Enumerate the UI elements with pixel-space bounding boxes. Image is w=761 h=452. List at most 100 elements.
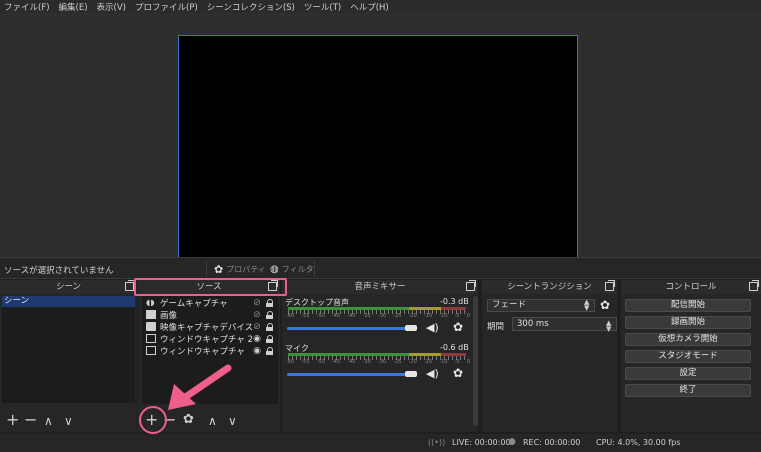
- add-scene-button[interactable]: +: [6, 412, 19, 428]
- scale-label: -20: [408, 313, 417, 319]
- scale-label: -10: [439, 313, 448, 319]
- chevron-updown-icon[interactable]: ▲ ▼: [606, 320, 611, 333]
- eye-hidden-icon[interactable]: ⊘: [252, 298, 262, 308]
- scale-label: -35: [362, 359, 371, 365]
- divider: [314, 261, 315, 277]
- undock-icon[interactable]: [125, 280, 135, 291]
- scale-label: -40: [347, 359, 356, 365]
- move-up-button[interactable]: ∧: [208, 413, 217, 429]
- window-icon: [146, 346, 156, 355]
- scale-label: -5: [454, 359, 460, 365]
- start-recording-button[interactable]: 録画開始: [625, 316, 751, 329]
- filter-icon: ◍: [270, 263, 279, 275]
- lock-icon[interactable]: [266, 334, 274, 343]
- volume-slider-handle[interactable]: [405, 325, 417, 331]
- lock-icon[interactable]: [266, 310, 274, 319]
- scale-label: -20: [408, 359, 417, 365]
- status-bar: ((•)) LIVE: 00:00:00 ● REC: 00:00:00 CPU…: [0, 434, 761, 452]
- mixer-channel-db: -0.6 dB: [440, 343, 469, 352]
- source-toolbar: ソースが選択されていません ✿ プロパティ ◍ フィルタ: [0, 257, 761, 279]
- image-icon: [146, 310, 156, 319]
- scene-list[interactable]: [2, 307, 135, 403]
- start-streaming-button[interactable]: 配信開始: [625, 299, 751, 312]
- source-item[interactable]: ウィンドウキャプチャ 2 ◉: [146, 333, 274, 345]
- menu-edit[interactable]: 編集(E): [59, 1, 88, 13]
- move-down-button[interactable]: ∨: [228, 413, 237, 429]
- scenes-dock-title: シーン: [0, 280, 137, 294]
- menu-view[interactable]: 表示(V): [97, 1, 126, 13]
- window-icon: [146, 334, 156, 343]
- transition-select[interactable]: フェード: [487, 299, 595, 312]
- source-item[interactable]: 画像 ⊘: [146, 309, 274, 321]
- scale-label: -25: [393, 313, 402, 319]
- volume-slider-handle[interactable]: [405, 371, 417, 377]
- start-virtual-camera-button[interactable]: 仮想カメラ開始: [625, 333, 751, 346]
- scale-label: 0: [466, 359, 470, 365]
- mixer-channel-db: -0.3 dB: [440, 297, 469, 306]
- mixer-dock-title: 音声ミキサー: [282, 280, 478, 294]
- eye-hidden-icon[interactable]: ⊘: [252, 322, 262, 332]
- exit-button[interactable]: 終了: [625, 384, 751, 397]
- transition-gear-icon[interactable]: ✿: [600, 298, 610, 312]
- lock-icon[interactable]: [266, 322, 274, 331]
- scale-label: -45: [331, 359, 341, 365]
- lock-icon[interactable]: [266, 298, 274, 307]
- source-label: 画像: [160, 310, 178, 321]
- scene-list-item[interactable]: シーン: [2, 296, 135, 307]
- filters-label: フィルタ: [281, 264, 314, 274]
- eye-icon[interactable]: ◉: [252, 334, 262, 344]
- remove-scene-button[interactable]: −: [24, 412, 37, 428]
- scale-label: -55: [301, 313, 310, 319]
- duration-label: 期間: [487, 322, 505, 332]
- duration-field[interactable]: 300 ms: [512, 317, 617, 331]
- undock-icon[interactable]: [466, 280, 476, 291]
- menu-tools[interactable]: ツール(T): [304, 1, 341, 13]
- speaker-icon[interactable]: ◀): [426, 321, 439, 334]
- source-item[interactable]: ◖◗ ゲームキャプチャ ⊘: [146, 297, 274, 309]
- cpu-fps: CPU: 4.0%, 30.00 fps: [596, 438, 681, 447]
- volume-slider[interactable]: [287, 327, 417, 330]
- highlight-box: [134, 278, 287, 296]
- mixer-title-label: 音声ミキサー: [354, 282, 406, 292]
- record-dot-icon: ●: [508, 437, 516, 447]
- volume-slider[interactable]: [287, 373, 417, 376]
- controls-title-label: コントロール: [665, 282, 717, 292]
- source-label: ゲームキャプチャ: [160, 298, 228, 309]
- chevron-updown-icon: ▲ ▼: [584, 298, 590, 312]
- lock-icon[interactable]: [266, 346, 274, 355]
- rec-time: REC: 00:00:00: [523, 438, 581, 447]
- menu-scene-collection[interactable]: シーンコレクション(S): [207, 1, 295, 13]
- menu-file[interactable]: ファイル(F): [4, 1, 50, 13]
- source-properties-gear-icon[interactable]: ✿: [183, 412, 194, 428]
- scale-label: -40: [347, 313, 356, 319]
- live-time: LIVE: 00:00:00: [452, 438, 511, 447]
- source-item[interactable]: 映像キャプチャデバイス ⊘: [146, 321, 274, 333]
- scale-label: -50: [316, 359, 325, 365]
- preview-canvas[interactable]: [178, 35, 578, 258]
- eye-icon[interactable]: ◉: [252, 346, 262, 356]
- gear-icon[interactable]: ✿: [453, 366, 463, 380]
- source-label: 映像キャプチャデバイス: [160, 322, 252, 333]
- source-item[interactable]: ウィンドウキャプチャ ◉: [146, 345, 274, 357]
- properties-button[interactable]: ✿ プロパティ: [214, 262, 266, 276]
- scene-transitions-dock: [482, 294, 617, 432]
- menu-profile[interactable]: プロファイル(P): [135, 1, 198, 13]
- studio-mode-button[interactable]: スタジオモード: [625, 350, 751, 363]
- gear-icon[interactable]: ✿: [453, 320, 463, 334]
- speaker-icon[interactable]: ◀): [426, 367, 439, 380]
- undock-icon[interactable]: [605, 280, 615, 291]
- camera-icon: [146, 322, 156, 331]
- filters-button[interactable]: ◍ フィルタ: [270, 262, 314, 276]
- source-label: ウィンドウキャプチャ 2: [160, 334, 252, 345]
- move-up-button[interactable]: ∧: [44, 413, 53, 429]
- settings-button[interactable]: 設定: [625, 367, 751, 380]
- eye-hidden-icon[interactable]: ⊘: [252, 310, 262, 320]
- live-signal-icon: ((•)): [428, 438, 446, 447]
- menu-help[interactable]: ヘルプ(H): [350, 1, 389, 13]
- undock-icon[interactable]: [749, 280, 759, 291]
- scale-label: -45: [331, 313, 341, 319]
- meter-scale: -60 -55 -50 -45 -40 -35 -30 -25 -20 -15 -10 -5 0: [286, 313, 470, 319]
- mixer-scrollbar[interactable]: [473, 296, 478, 426]
- move-down-button[interactable]: ∨: [64, 413, 73, 429]
- scale-label: -60: [286, 313, 295, 319]
